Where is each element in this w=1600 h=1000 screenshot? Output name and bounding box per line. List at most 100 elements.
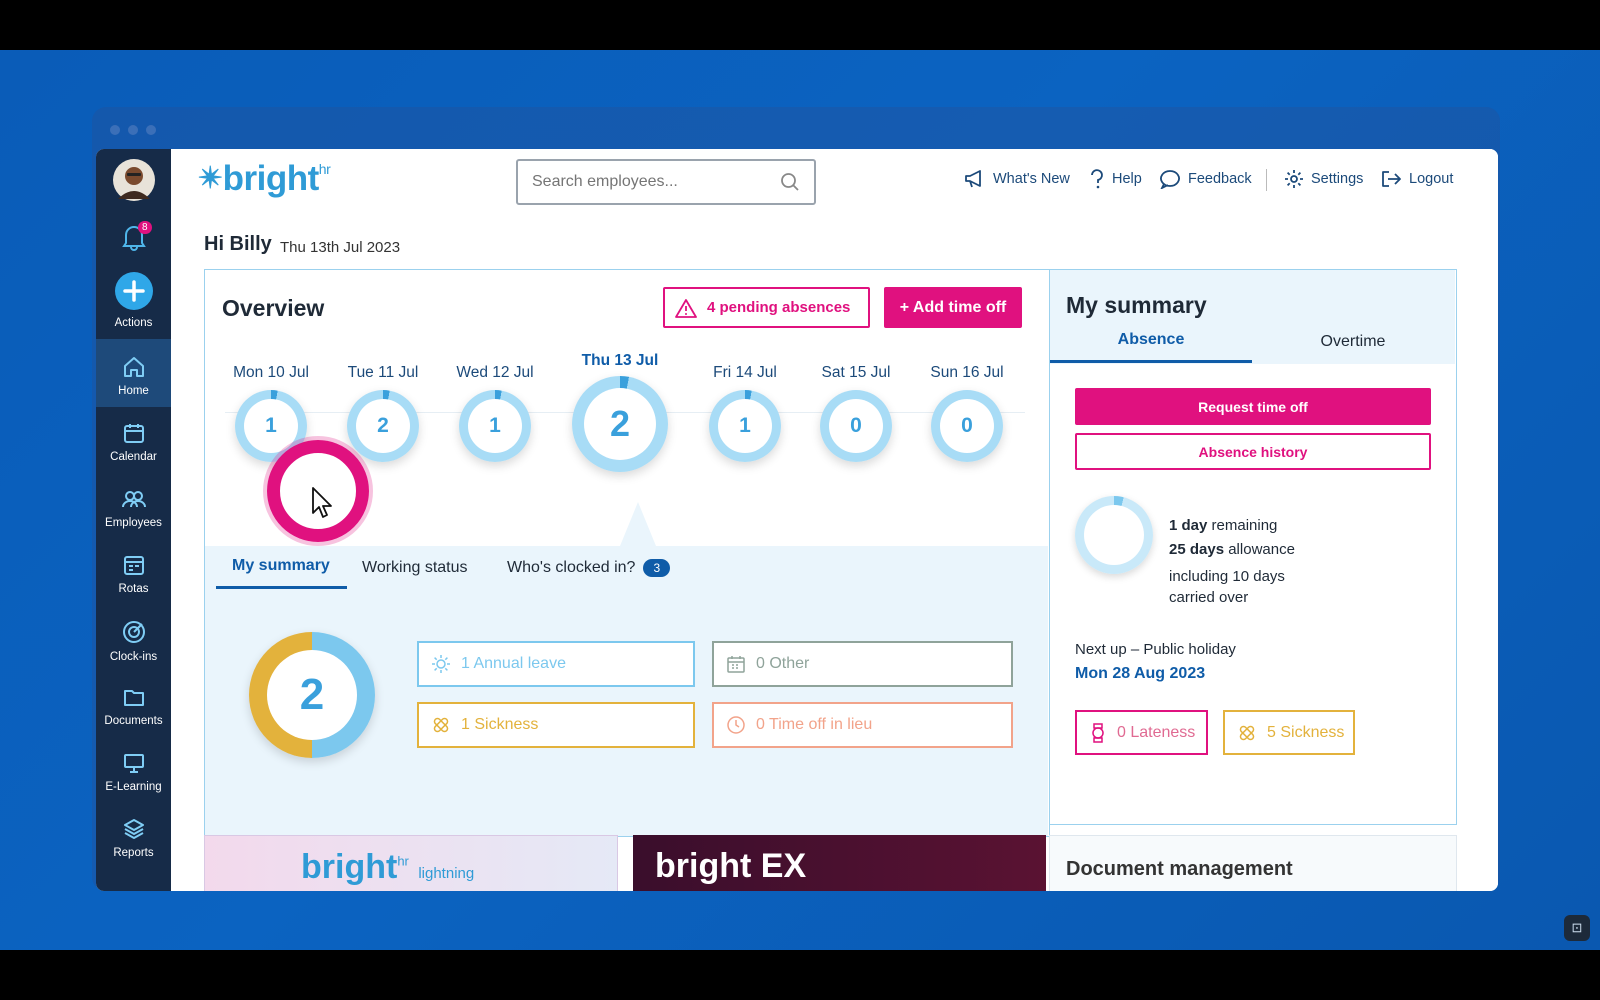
my-summary-title: My summary [1066,292,1207,318]
people-icon [121,491,146,508]
day-fri-14-jul[interactable]: Fri 14 Jul 1 [690,364,800,462]
stat-other[interactable]: 0 Other [712,641,1013,687]
avatar[interactable] [96,159,171,207]
nav-divider [1266,169,1267,191]
sidebar-item-reports[interactable]: Reports [96,817,171,859]
actions-button[interactable]: Actions [96,271,171,329]
feedback-link[interactable]: Feedback [1159,169,1252,189]
remaining-label: remaining [1207,517,1278,534]
logout-link[interactable]: Logout [1380,169,1453,189]
pending-absences-button[interactable]: 4 pending absences [663,287,870,328]
day-count-ring: 2 [572,376,668,472]
add-time-off-button[interactable]: + Add time off [884,287,1022,328]
sidebar-item-calendar[interactable]: Calendar [96,421,171,463]
greeting: Hi Billy [204,233,272,255]
gear-icon [1285,170,1303,188]
help-link[interactable]: Help [1089,169,1142,189]
stat-label: 1 Sickness [461,716,539,733]
chat-bubble-icon [1160,170,1180,189]
day-wed-12-jul[interactable]: Wed 12 Jul 1 [440,364,550,462]
main-content: ✴brighthr What's New Help Feedback Setti… [171,149,1498,891]
calendar-icon [123,424,144,443]
active-tab-underline [1050,360,1252,363]
clocked-in-count-badge: 3 [643,559,671,577]
lateness-stat[interactable]: 0 Lateness [1075,710,1208,755]
tab-working-status[interactable]: Working status [362,559,468,577]
next-up-date: Mon 28 Aug 2023 [1075,665,1206,682]
tab-absence[interactable]: Absence [1050,331,1252,349]
day-label: Fri 14 Jul [713,364,777,381]
search-icon[interactable] [780,172,800,192]
lateness-label: 0 Lateness [1117,723,1196,741]
presentation-icon [123,754,144,773]
sidebar-item-documents[interactable]: Documents [96,685,171,727]
search-box[interactable] [516,159,816,205]
sun-icon [431,654,451,674]
absence-history-button[interactable]: Absence history [1075,433,1431,470]
notifications-button[interactable]: 8 [96,221,171,257]
bandage-icon [1239,725,1255,740]
layers-icon [123,819,144,839]
whats-new-label: What's New [993,171,1070,187]
tab-my-summary[interactable]: My summary [232,557,330,575]
next-up-label: Next up – Public holiday [1075,641,1236,658]
day-count-ring: 1 [709,390,781,462]
stat-sickness[interactable]: 1 Sickness [417,702,695,748]
request-time-off-button[interactable]: Request time off [1075,388,1431,425]
day-sat-15-jul[interactable]: Sat 15 Jul 0 [801,364,911,462]
my-summary-card: My summary Absence Overtime Request time… [1049,269,1457,825]
tab-overtime[interactable]: Overtime [1252,333,1454,351]
whats-new-link[interactable]: What's New [964,169,1070,189]
feedback-label: Feedback [1188,171,1252,187]
day-count-value: 1 [489,414,501,437]
tab-label: Who's clocked in? [507,559,636,576]
allowance-label: allowance [1224,541,1295,558]
bright-ex-promo[interactable]: bright EX [633,835,1046,891]
megaphone-icon [965,170,981,188]
stat-label: 1 Annual leave [461,655,566,672]
sidebar-item-label: Documents [104,715,163,727]
sidebar-item-label: E-Learning [105,781,162,793]
settings-link[interactable]: Settings [1284,169,1363,189]
sidebar-item-clock-ins[interactable]: Clock-ins [96,619,171,663]
actions-label: Actions [114,317,153,329]
day-label: Sat 15 Jul [821,364,891,381]
screen-capture-icon[interactable]: ⊡ [1564,915,1590,941]
sickness-stat[interactable]: 5 Sickness [1223,710,1355,755]
sidebar-item-employees[interactable]: Employees [96,487,171,529]
logo-star-icon: ✴ [198,162,223,195]
logout-label: Logout [1409,171,1454,187]
folder-icon [123,690,144,706]
absence-total-value: 2 [299,670,325,719]
warning-icon [675,298,697,318]
lightning-promo[interactable]: brighthr lightning [204,835,618,891]
sidebar-item-label: Employees [105,517,162,529]
day-label: Tue 11 Jul [347,364,419,381]
day-count-ring: 0 [820,390,892,462]
day-label: Wed 12 Jul [456,364,534,381]
notification-badge: 8 [138,221,152,234]
calendar-icon [726,654,746,674]
day-thu-13-jul[interactable]: Thu 13 Jul 2 [565,352,675,472]
sidebar-item-rotas[interactable]: Rotas [96,553,171,595]
sidebar-item-e-learning[interactable]: E-Learning [96,751,171,793]
brighthr-logo[interactable]: ✴brighthr [198,159,331,199]
tab-whos-clocked-in[interactable]: Who's clocked in? 3 [507,559,671,577]
ex-logo-text: bright [655,847,752,885]
stat-annual-leave[interactable]: 1 Annual leave [417,641,695,687]
selected-day-pointer [620,502,656,546]
stat-label: 0 Time off in lieu [756,716,873,733]
document-management-card[interactable]: Document management [1049,835,1457,891]
sidebar-item-label: Calendar [110,451,157,463]
window-dot [110,125,120,135]
sickness-label: 5 Sickness [1267,723,1345,741]
carried-over-text: including 10 days carried over [1169,568,1285,606]
watch-icon [1092,722,1104,743]
sidebar-item-home[interactable]: Home [96,339,171,407]
day-count-value: 2 [377,414,389,437]
avatar-image [112,159,155,201]
day-sun-16-jul[interactable]: Sun 16 Jul 0 [912,364,1022,462]
stat-time-off-in-lieu[interactable]: 0 Time off in lieu [712,702,1013,748]
search-input[interactable] [532,173,762,191]
sidebar-item-label: Reports [113,847,154,859]
